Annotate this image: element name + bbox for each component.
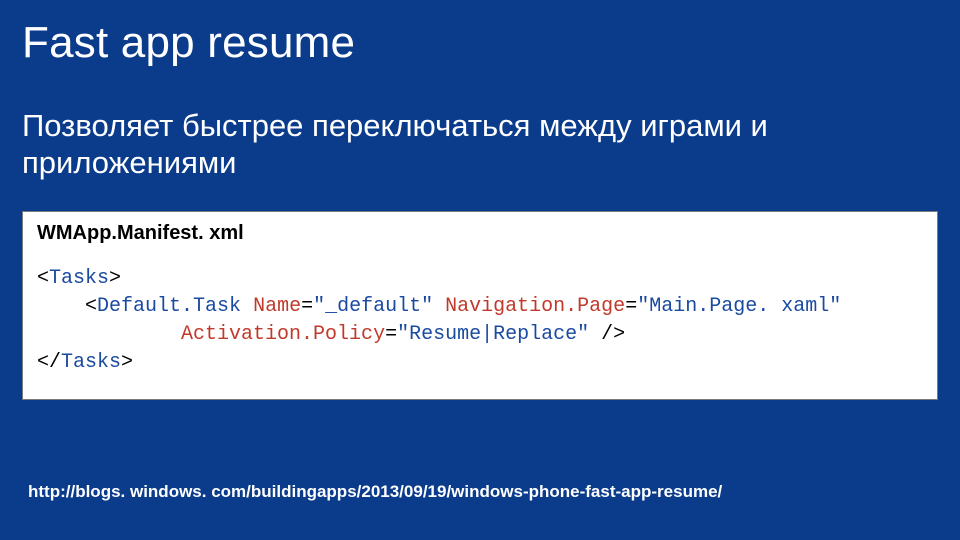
code-punc: = <box>385 323 397 346</box>
code-val-default: "_default" <box>313 295 433 318</box>
code-indent <box>37 295 85 318</box>
code-punc: /> <box>589 323 625 346</box>
slide-title: Fast app resume <box>22 18 938 68</box>
code-filename: WMApp.Manifest. xml <box>37 222 923 245</box>
code-block: <Tasks> <Default.Task Name="_default" Na… <box>37 265 923 377</box>
code-punc: = <box>301 295 313 318</box>
code-punc: < <box>85 295 97 318</box>
code-tag-tasks-close: Tasks <box>61 351 121 374</box>
code-val-mainpage: "Main.Page. xaml" <box>637 295 841 318</box>
code-card: WMApp.Manifest. xml <Tasks> <Default.Tas… <box>22 211 938 400</box>
code-punc: </ <box>37 351 61 374</box>
code-tag-tasks-open: Tasks <box>49 267 109 290</box>
code-indent <box>37 323 181 346</box>
slide-subtitle: Позволяет быстрее переключаться между иг… <box>22 108 938 181</box>
code-punc: > <box>121 351 133 374</box>
code-attr-navpage: Navigation.Page <box>445 295 625 318</box>
code-punc: < <box>37 267 49 290</box>
slide-container: Fast app resume Позволяет быстрее перекл… <box>0 0 960 540</box>
code-val-resume: "Resume|Replace" <box>397 323 589 346</box>
code-tag-defaulttask: Default.Task <box>97 295 241 318</box>
code-space <box>241 295 253 318</box>
code-attr-name: Name <box>253 295 301 318</box>
code-attr-activationpolicy: Activation.Policy <box>181 323 385 346</box>
code-punc: = <box>625 295 637 318</box>
footer-reference-link[interactable]: http://blogs. windows. com/buildingapps/… <box>28 482 722 502</box>
code-space <box>433 295 445 318</box>
code-punc: > <box>109 267 121 290</box>
